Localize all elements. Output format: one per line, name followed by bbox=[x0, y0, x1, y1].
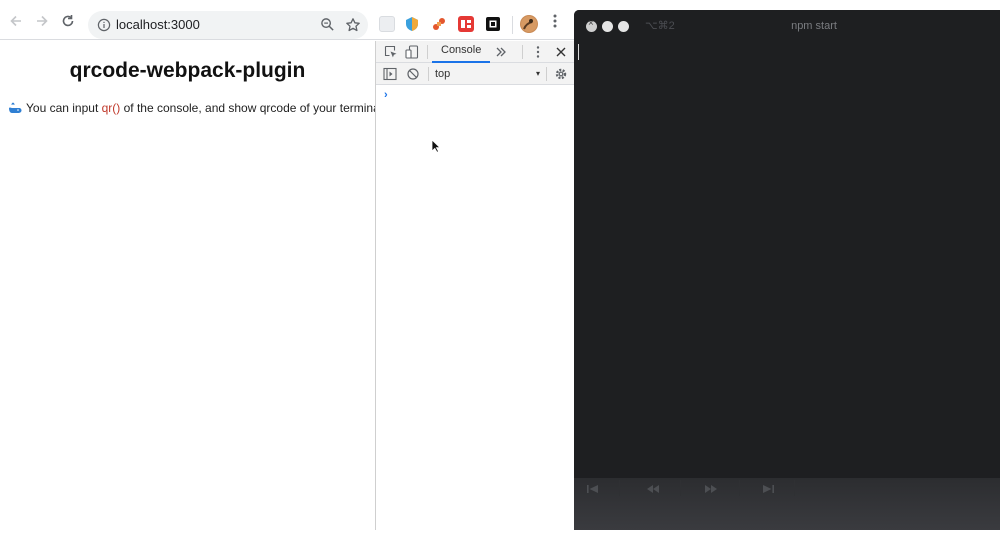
devtools-divider bbox=[522, 45, 523, 59]
message-code: qr() bbox=[101, 101, 121, 115]
more-tabs-icon[interactable] bbox=[494, 45, 508, 59]
devtools-divider bbox=[427, 45, 428, 59]
zoom-icon[interactable] bbox=[320, 17, 335, 32]
info-icon[interactable] bbox=[97, 18, 111, 32]
clear-console-icon[interactable] bbox=[406, 67, 420, 81]
skip-start-icon[interactable] bbox=[586, 484, 600, 494]
extension-puzzle-icon[interactable] bbox=[431, 16, 447, 32]
sidebar-toggle-icon[interactable] bbox=[383, 67, 397, 81]
address-bar[interactable]: localhost:3000 bbox=[88, 11, 368, 39]
browser-window: localhost:3000 qrcode-webpack-plugin You… bbox=[0, 0, 574, 530]
url-text[interactable]: localhost:3000 bbox=[116, 17, 200, 32]
devtools-divider bbox=[428, 67, 429, 81]
forward-icon[interactable] bbox=[33, 12, 51, 30]
devtools-divider bbox=[546, 67, 547, 81]
browser-toolbar: localhost:3000 bbox=[0, 0, 574, 40]
chevron-down-icon[interactable]: ▾ bbox=[536, 69, 540, 78]
terminal-titlebar: ⌥⌘2 npm start bbox=[574, 10, 1000, 42]
console-toolbar: top ▾ bbox=[376, 63, 574, 85]
gear-icon[interactable] bbox=[554, 67, 568, 81]
whale-icon bbox=[9, 102, 22, 113]
terminal-cursor bbox=[578, 44, 579, 60]
avatar[interactable] bbox=[520, 15, 538, 33]
terminal-playback-bar bbox=[574, 478, 1000, 530]
extension-square-icon[interactable] bbox=[485, 16, 501, 32]
close-icon[interactable] bbox=[586, 18, 597, 32]
devtools-panel: Console top ▾ › bbox=[375, 41, 574, 530]
rewind-icon[interactable] bbox=[646, 484, 660, 494]
extension-shield-icon[interactable] bbox=[404, 16, 420, 32]
playback-divider bbox=[739, 480, 740, 496]
page-title: qrcode-webpack-plugin bbox=[69, 59, 306, 82]
devtools-menu-icon[interactable] bbox=[531, 45, 545, 59]
toolbar-divider bbox=[512, 16, 513, 34]
playback-divider bbox=[619, 480, 620, 496]
maximize-icon[interactable] bbox=[618, 21, 629, 32]
mouse-cursor-icon bbox=[431, 139, 441, 153]
back-icon[interactable] bbox=[7, 12, 25, 30]
terminal-window: ⌥⌘2 npm start bbox=[574, 10, 1000, 530]
minimize-icon[interactable] bbox=[602, 21, 613, 32]
terminal-title: npm start bbox=[791, 20, 837, 32]
page-message: You can input qr() of the console, and s… bbox=[8, 101, 386, 115]
playback-divider bbox=[794, 480, 795, 496]
close-icon[interactable] bbox=[554, 45, 568, 59]
inspect-element-icon[interactable] bbox=[384, 45, 398, 59]
console-prompt[interactable]: › bbox=[384, 89, 388, 101]
tab-console[interactable]: Console bbox=[432, 44, 491, 63]
extension-grid-icon[interactable] bbox=[379, 16, 395, 32]
message-text-after: of the console, and show qrcode of your … bbox=[120, 101, 386, 115]
fast-forward-icon[interactable] bbox=[704, 484, 718, 494]
skip-end-icon[interactable] bbox=[761, 484, 775, 494]
screen: localhost:3000 qrcode-webpack-plugin You… bbox=[0, 0, 1000, 540]
bookmark-star-icon[interactable] bbox=[345, 17, 361, 33]
extension-fe-icon[interactable] bbox=[458, 16, 474, 32]
page-viewport: qrcode-webpack-plugin You can input qr()… bbox=[0, 41, 386, 530]
devtools-tabbar: Console bbox=[376, 41, 574, 63]
device-toolbar-icon[interactable] bbox=[405, 45, 419, 59]
reload-icon[interactable] bbox=[59, 12, 77, 30]
playback-divider bbox=[680, 480, 681, 496]
terminal-shortcut: ⌥⌘2 bbox=[645, 20, 675, 32]
context-selector[interactable]: top bbox=[435, 68, 450, 80]
message-text-before: You can input bbox=[26, 101, 102, 115]
kebab-menu-icon[interactable] bbox=[546, 12, 564, 30]
